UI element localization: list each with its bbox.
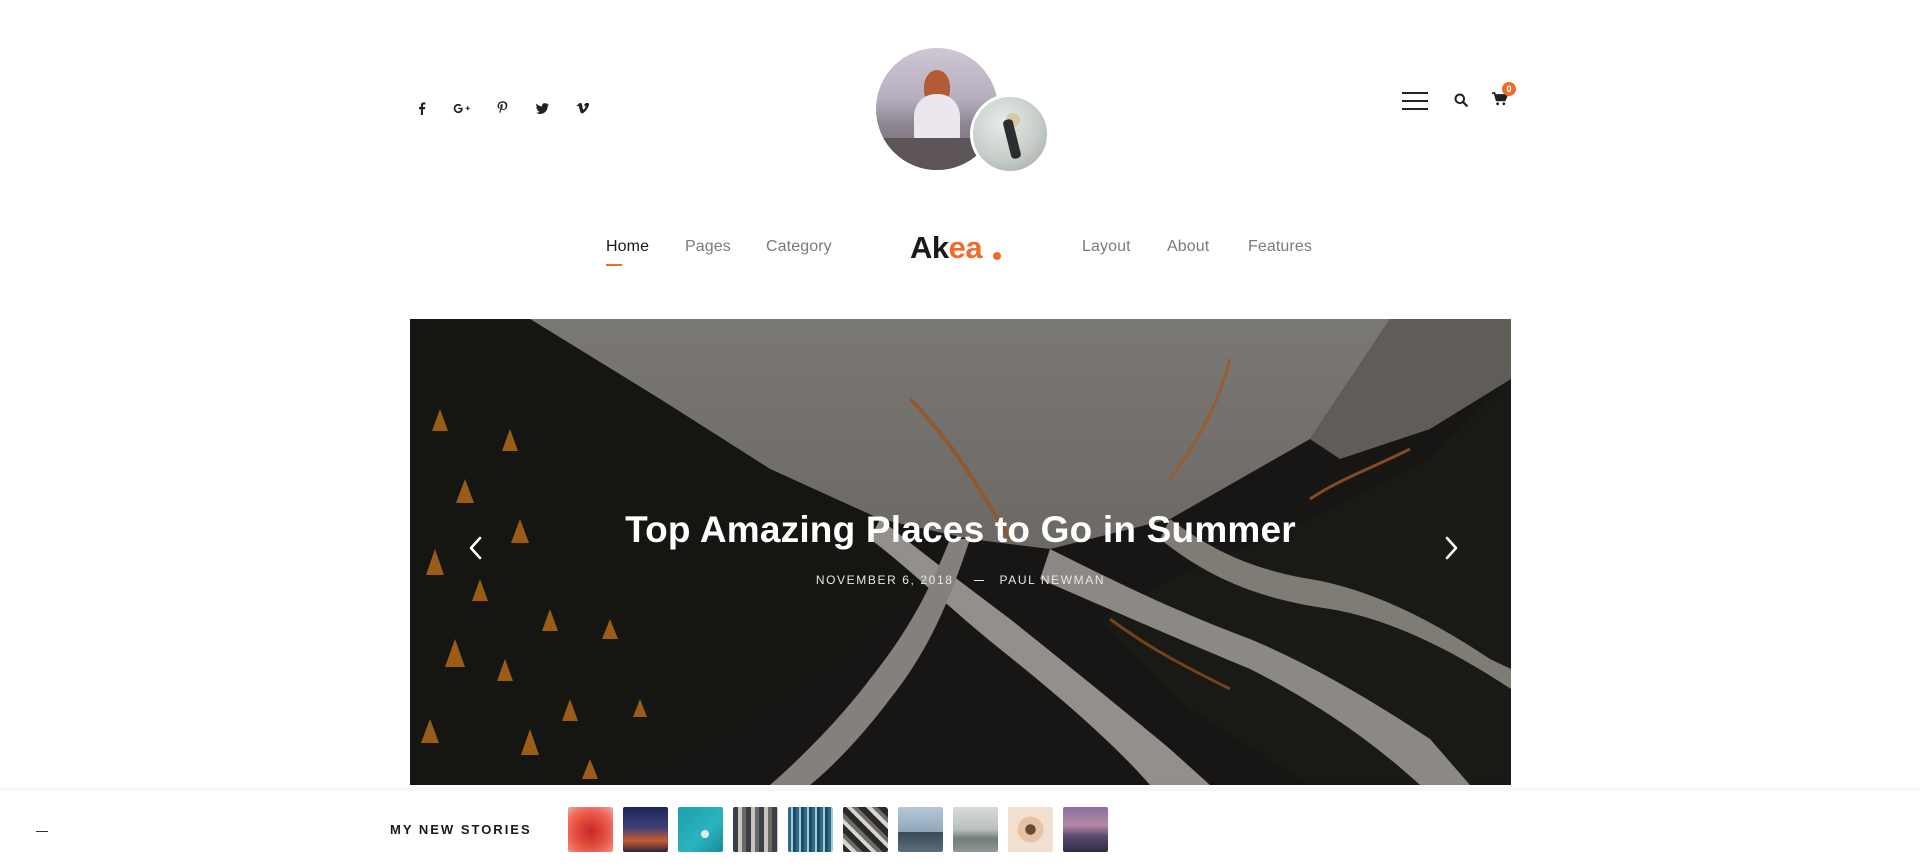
story-thumb-1[interactable]: [568, 807, 613, 852]
story-thumb-4[interactable]: [733, 807, 778, 852]
post-author[interactable]: PAUL NEWMAN: [1000, 573, 1106, 587]
nav-item-features[interactable]: Features: [1248, 238, 1312, 256]
stories-toggle[interactable]: [36, 831, 48, 832]
hero-meta: NOVEMBER 6, 2018 PAUL NEWMAN: [410, 573, 1511, 587]
logo-dot: [993, 252, 1002, 260]
story-thumb-3[interactable]: [678, 807, 723, 852]
hero-title[interactable]: Top Amazing Places to Go in Summer: [410, 509, 1511, 551]
story-thumb-5[interactable]: [788, 807, 833, 852]
hero-slider: Top Amazing Places to Go in Summer NOVEM…: [410, 319, 1511, 785]
stories-bar: MY NEW STORIES: [0, 791, 1920, 868]
nav-item-pages[interactable]: Pages: [685, 238, 731, 256]
avatar-secondary[interactable]: [970, 94, 1050, 174]
stories-label: MY NEW STORIES: [390, 822, 532, 837]
nav-item-about[interactable]: About: [1167, 238, 1209, 256]
nav-item-layout[interactable]: Layout: [1082, 238, 1131, 256]
header-actions: 0: [1402, 82, 1516, 110]
story-thumb-10[interactable]: [1063, 807, 1108, 852]
social-links: [402, 96, 602, 120]
story-thumb-9[interactable]: [1008, 807, 1053, 852]
cart-icon[interactable]: 0: [1492, 82, 1516, 110]
google-plus-icon[interactable]: [442, 96, 482, 120]
pinterest-icon[interactable]: [482, 96, 522, 120]
logo-text-ea: ea: [948, 230, 983, 265]
story-thumb-8[interactable]: [953, 807, 998, 852]
site-logo[interactable]: Akea: [910, 230, 1002, 266]
nav-active-indicator: [606, 264, 622, 266]
story-thumb-6[interactable]: [843, 807, 888, 852]
twitter-icon[interactable]: [522, 96, 562, 120]
stories-thumbnails: [568, 807, 1118, 852]
hamburger-menu-icon[interactable]: [1402, 92, 1428, 110]
logo-text-ak: Ak: [910, 230, 949, 265]
story-thumb-2[interactable]: [623, 807, 668, 852]
story-thumb-7[interactable]: [898, 807, 943, 852]
post-date: NOVEMBER 6, 2018: [815, 573, 954, 587]
facebook-icon[interactable]: [402, 96, 442, 120]
main-nav: Home Pages Category Akea Layout About Fe…: [0, 230, 1920, 276]
meta-separator: [973, 580, 984, 582]
nav-item-category[interactable]: Category: [766, 238, 832, 256]
author-avatars: [876, 48, 1050, 174]
search-icon[interactable]: [1454, 93, 1470, 109]
nav-item-home[interactable]: Home: [606, 238, 649, 256]
cart-count-badge: 0: [1502, 82, 1516, 96]
vimeo-icon[interactable]: [562, 96, 602, 120]
